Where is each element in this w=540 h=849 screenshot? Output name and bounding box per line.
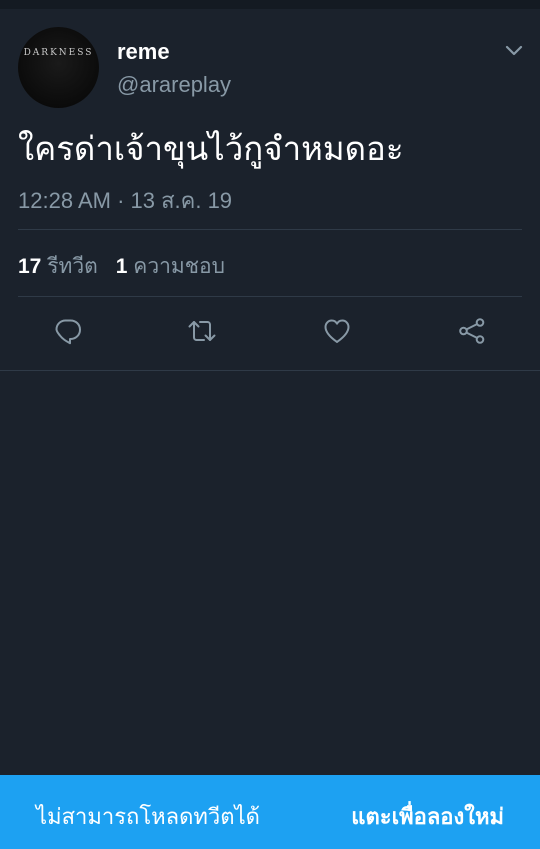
reply-icon — [55, 319, 81, 345]
divider — [18, 229, 522, 230]
like-label: ความชอบ — [133, 255, 225, 278]
user-handle[interactable]: @arareplay — [117, 72, 231, 98]
tweet-text: ใครด่าเจ้าขุนไว้กูจำหมดอะ — [18, 129, 404, 168]
retweet-count: 17 — [18, 255, 42, 278]
tweet-screen: DARKNESS reme @arareplay ใครด่าเจ้าขุนไว… — [0, 0, 540, 849]
retry-button[interactable]: แตะเพื่อลองใหม่ — [351, 799, 504, 834]
retweet-stat[interactable]: 17 รีทวีต — [18, 255, 98, 278]
heart-icon — [324, 319, 350, 343]
top-strip — [0, 0, 540, 9]
load-error-bar[interactable]: ไม่สามารถโหลดทวีตได้ แตะเพื่อลองใหม่ — [0, 775, 540, 849]
display-name[interactable]: reme — [117, 39, 170, 65]
chevron-down-icon[interactable] — [502, 39, 526, 63]
tweet-timestamp: 12:28 AM · 13 ส.ค. 19 — [18, 188, 233, 213]
retweet-label: รีทวีต — [47, 255, 98, 278]
reply-button[interactable] — [52, 315, 84, 347]
avatar-logo-text: DARKNESS — [23, 47, 94, 58]
avatar[interactable]: DARKNESS — [18, 27, 99, 108]
load-error-message: ไม่สามารถโหลดทวีตได้ — [36, 805, 260, 830]
like-button[interactable] — [321, 315, 353, 347]
share-button[interactable] — [456, 315, 488, 347]
like-count: 1 — [115, 255, 128, 278]
retweet-button[interactable] — [186, 315, 218, 347]
share-icon — [459, 318, 485, 344]
tweet-card: DARKNESS reme @arareplay ใครด่าเจ้าขุนไว… — [0, 9, 540, 371]
retweet-icon — [188, 321, 216, 341]
tweet-stats: 17 รีทวีต 1 ความชอบ — [18, 250, 225, 283]
divider — [18, 296, 522, 297]
like-stat[interactable]: 1 ความชอบ — [116, 255, 225, 278]
